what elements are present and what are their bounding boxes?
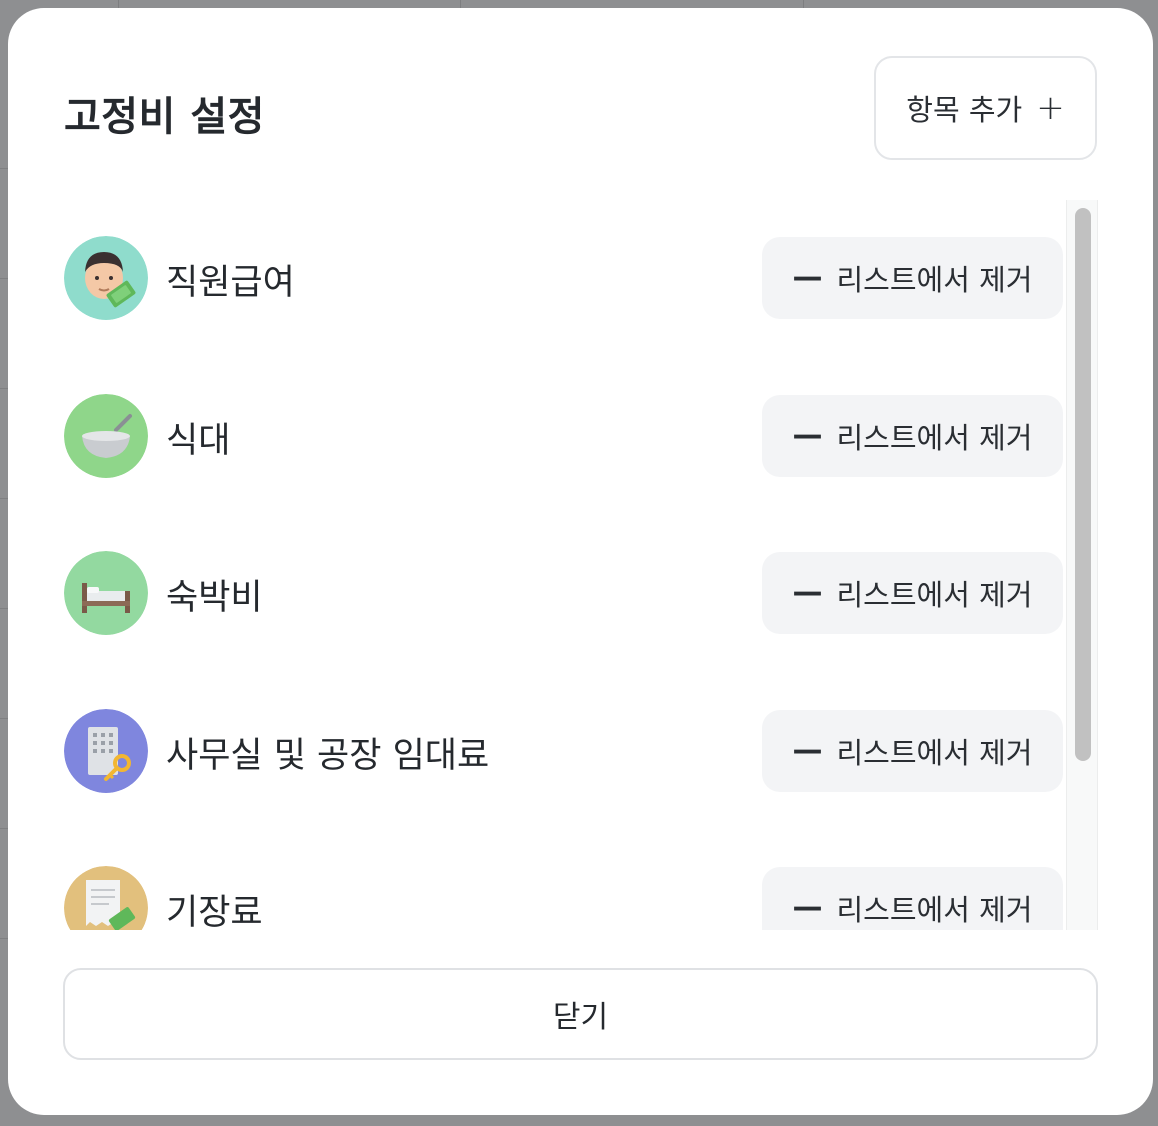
add-item-label: 항목 추가 [906, 93, 1023, 127]
background-divider [0, 828, 8, 829]
meal-bowl-icon [64, 394, 148, 478]
minus-icon: — [792, 418, 823, 453]
remove-from-list-button[interactable]: — 리스트에서 제거 [762, 237, 1063, 319]
remove-label: 리스트에서 제거 [836, 263, 1033, 297]
remove-from-list-button[interactable]: — 리스트에서 제거 [762, 395, 1063, 477]
background-divider [0, 938, 8, 939]
item-name: 식대 [166, 421, 231, 461]
add-item-button[interactable]: 항목 추가 + [874, 56, 1097, 160]
background-divider [460, 0, 461, 8]
salary-icon [64, 236, 148, 320]
minus-icon: — [792, 575, 823, 610]
background-divider [0, 278, 8, 279]
minus-icon: — [792, 733, 823, 768]
remove-from-list-button[interactable]: — 리스트에서 제거 [762, 552, 1063, 634]
background-divider [0, 718, 8, 719]
item-name: 기장료 [166, 893, 263, 930]
item-name: 숙박비 [166, 578, 263, 618]
bookkeeping-receipt-icon [64, 866, 148, 930]
minus-icon: — [792, 260, 823, 295]
modal-title: 고정비 설정 [64, 94, 265, 140]
background-divider [0, 168, 8, 169]
remove-label: 리스트에서 제거 [836, 578, 1033, 612]
list-item: 사무실 및 공장 임대료 — 리스트에서 제거 [64, 709, 1064, 793]
bed-icon [64, 551, 148, 635]
item-name: 직원급여 [166, 263, 295, 303]
fixed-cost-list: 직원급여 — 리스트에서 제거 식대 — 리스트에서 제거 숙박비 — 리스트에… [8, 200, 1098, 930]
list-scrollbar[interactable] [1066, 200, 1098, 930]
close-button[interactable]: 닫기 [63, 968, 1098, 1060]
minus-icon: — [792, 890, 823, 925]
background-divider [0, 388, 8, 389]
background-divider [0, 608, 8, 609]
plus-icon: + [1036, 88, 1065, 128]
building-key-icon [64, 709, 148, 793]
background-divider [118, 0, 119, 8]
item-name: 사무실 및 공장 임대료 [166, 736, 490, 776]
scrollbar-thumb[interactable] [1075, 208, 1091, 761]
remove-label: 리스트에서 제거 [836, 736, 1033, 770]
fixed-cost-settings-modal: 고정비 설정 항목 추가 + 직원급여 — 리스트에서 제거 식대 — 리스트에… [8, 8, 1153, 1115]
remove-from-list-button[interactable]: — 리스트에서 제거 [762, 867, 1063, 930]
list-item: 기장료 — 리스트에서 제거 [64, 866, 1064, 930]
remove-label: 리스트에서 제거 [836, 421, 1033, 455]
remove-label: 리스트에서 제거 [836, 893, 1033, 927]
background-divider [803, 0, 804, 8]
background-divider [0, 498, 8, 499]
list-item: 식대 — 리스트에서 제거 [64, 394, 1064, 478]
remove-from-list-button[interactable]: — 리스트에서 제거 [762, 710, 1063, 792]
list-item: 직원급여 — 리스트에서 제거 [64, 236, 1064, 320]
list-item: 숙박비 — 리스트에서 제거 [64, 551, 1064, 635]
